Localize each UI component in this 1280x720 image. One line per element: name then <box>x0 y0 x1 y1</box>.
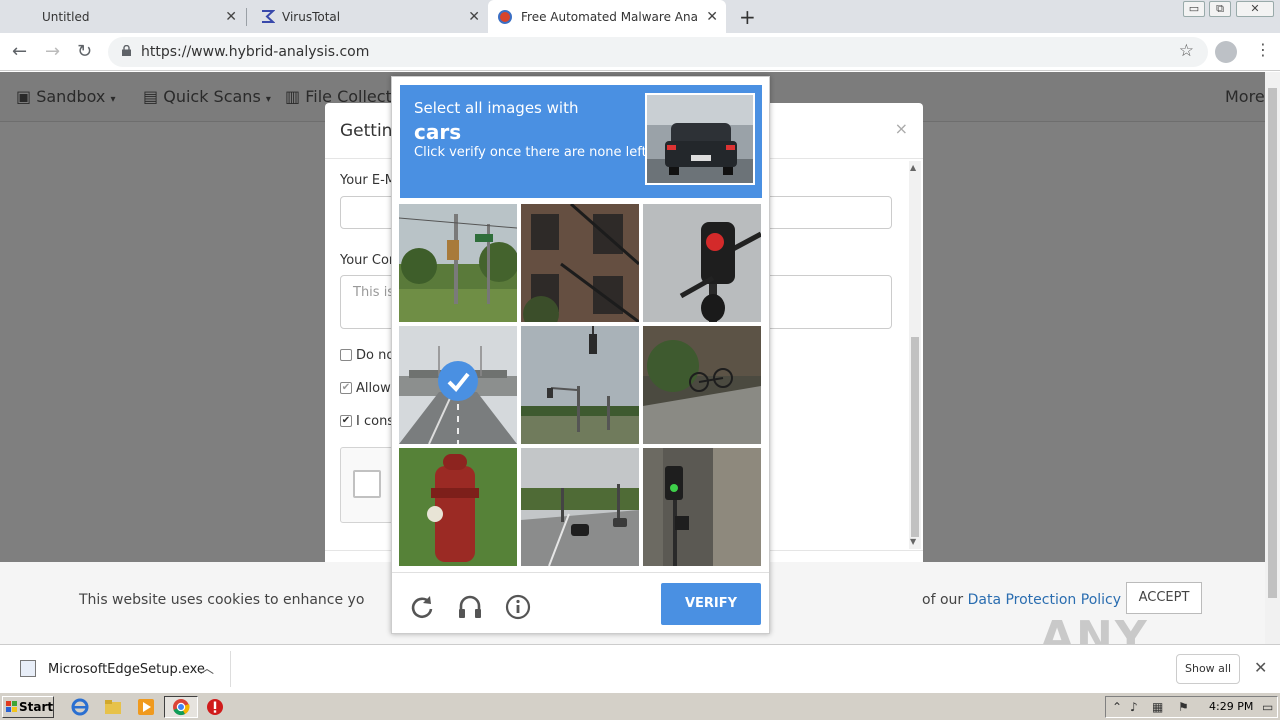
challenge-tile[interactable] <box>643 448 761 566</box>
forward-arrow-icon[interactable]: → <box>45 41 60 62</box>
recaptcha-challenge: Select all images with cars Click verify… <box>391 76 770 634</box>
volume-icon[interactable]: ♪ <box>1130 700 1138 714</box>
tab-strip: Untitled ✕ VirusTotal ✕ Free Automated M… <box>0 0 1280 33</box>
recaptcha-checkbox[interactable] <box>353 470 381 498</box>
new-tab-button[interactable]: + <box>739 5 756 29</box>
scrollbar-thumb[interactable] <box>911 337 919 537</box>
challenge-tile[interactable] <box>521 448 639 566</box>
modal-scrollbar[interactable]: ▲ ▼ <box>909 161 921 549</box>
network-icon[interactable]: ▦ <box>1152 700 1163 714</box>
installer-file-icon <box>20 660 36 677</box>
info-icon[interactable] <box>505 594 531 620</box>
challenge-instruction: Click verify once there are none left <box>414 145 647 160</box>
accept-cookies-button[interactable]: ACCEPT <box>1126 582 1202 614</box>
close-tab-icon[interactable]: ✕ <box>468 9 480 25</box>
divider <box>230 651 231 687</box>
taskbar-chrome-button[interactable] <box>164 696 198 718</box>
scroll-down-icon[interactable]: ▼ <box>910 537 916 546</box>
chevron-up-icon[interactable]: ︿ <box>200 658 214 678</box>
challenge-tile[interactable] <box>643 204 761 322</box>
challenge-tile-selected[interactable] <box>399 326 517 444</box>
start-button[interactable]: Start <box>2 696 54 718</box>
show-all-button[interactable]: Show all <box>1176 654 1240 684</box>
challenge-prompt: Select all images with <box>414 99 579 117</box>
challenge-tile[interactable] <box>399 448 517 566</box>
tab-untitled[interactable]: Untitled ✕ <box>0 0 245 33</box>
close-tab-icon[interactable]: ✕ <box>706 9 718 25</box>
show-desktop-icon[interactable]: ▭ <box>1262 700 1273 714</box>
tab-title: Untitled <box>42 9 90 24</box>
data-protection-policy-link[interactable]: Data Protection Policy <box>968 592 1121 608</box>
challenge-tile[interactable] <box>643 326 761 444</box>
checkbox-label: Allow <box>356 381 391 396</box>
verify-button[interactable]: VERIFY <box>661 583 761 625</box>
hybrid-analysis-favicon-icon <box>498 10 512 24</box>
internet-explorer-icon[interactable] <box>71 698 89 716</box>
tab-title: Free Automated Malware Analysis Se <box>521 9 697 24</box>
warning-app-icon[interactable] <box>206 698 224 716</box>
audio-icon[interactable] <box>457 594 483 620</box>
start-label: Start <box>19 700 54 714</box>
cookie-policy-text: of our Data Protection Policy <box>922 592 1121 608</box>
address-bar[interactable]: https://www.hybrid-analysis.com ☆ <box>108 37 1208 67</box>
taskbar: Start ⌃ ♪ ▦ ⚑ 4:29 PM ▭ <box>0 692 1280 720</box>
checkbox-label: Do no <box>356 348 395 363</box>
chevron-up-icon[interactable]: ⌃ <box>1112 700 1122 714</box>
close-shelf-icon[interactable]: ✕ <box>1254 658 1267 677</box>
cookie-text-tail: of our <box>922 592 968 608</box>
selected-check-icon <box>438 361 478 401</box>
scrollbar-thumb[interactable] <box>1268 88 1277 598</box>
challenge-tile[interactable] <box>521 204 639 322</box>
page-scrollbar[interactable] <box>1265 72 1280 644</box>
download-item[interactable]: MicrosoftEdgeSetup.exe <box>48 662 205 677</box>
challenge-tile[interactable] <box>521 326 639 444</box>
window-close-button[interactable]: ✕ <box>1236 1 1274 17</box>
reload-icon[interactable] <box>409 594 435 620</box>
tab-separator <box>246 8 247 26</box>
challenge-object: cars <box>414 120 462 144</box>
flag-icon[interactable]: ⚑ <box>1178 700 1189 714</box>
scroll-up-icon[interactable]: ▲ <box>910 163 916 172</box>
tab-hybrid-analysis[interactable]: Free Automated Malware Analysis Se ✕ <box>488 0 726 33</box>
challenge-grid <box>399 204 763 568</box>
clock: 4:29 PM <box>1209 700 1254 713</box>
sample-car-image <box>645 93 755 185</box>
folder-icon[interactable] <box>104 698 122 716</box>
windows-logo-icon <box>6 701 17 712</box>
checkbox-allow[interactable]: ✔ <box>340 382 352 394</box>
bookmark-star-icon[interactable]: ☆ <box>1179 41 1194 61</box>
back-arrow-icon[interactable]: ← <box>12 41 27 62</box>
comment-label: Your Con <box>340 253 398 268</box>
challenge-tile[interactable] <box>399 204 517 322</box>
comment-placeholder: This is <box>353 285 395 300</box>
checkbox-do-not[interactable] <box>340 349 352 361</box>
checkbox-consent[interactable]: ✔ <box>340 415 352 427</box>
checkbox-label: I cons <box>356 414 395 429</box>
chrome-icon <box>173 699 190 716</box>
minimize-button[interactable]: ▭ <box>1183 1 1205 17</box>
system-tray: ⌃ ♪ ▦ ⚑ 4:29 PM ▭ <box>1105 696 1278 718</box>
download-shelf: MicrosoftEdgeSetup.exe ︿ Show all ✕ <box>0 644 1280 692</box>
profile-avatar-icon[interactable] <box>1215 41 1237 63</box>
modal-close-icon[interactable]: × <box>895 119 908 138</box>
media-player-icon[interactable] <box>137 698 155 716</box>
email-label: Your E-M <box>340 173 397 188</box>
anyrun-watermark: ANY RUN <box>1040 612 1149 644</box>
tab-virustotal[interactable]: VirusTotal ✕ <box>248 0 488 33</box>
restore-button[interactable]: ⧉ <box>1209 1 1231 17</box>
url-text: https://www.hybrid-analysis.com <box>141 44 370 60</box>
challenge-header: Select all images with cars Click verify… <box>400 85 762 198</box>
divider <box>392 572 769 573</box>
tab-title: VirusTotal <box>282 9 341 24</box>
lock-icon <box>122 45 131 56</box>
browser-toolbar: ← → ↻ https://www.hybrid-analysis.com ☆ … <box>0 33 1280 71</box>
cookie-text: This website uses cookies to enhance yo <box>79 592 365 608</box>
browser-menu-icon[interactable]: ⋮ <box>1255 40 1271 59</box>
close-tab-icon[interactable]: ✕ <box>225 9 237 25</box>
reload-page-icon[interactable]: ↻ <box>77 41 92 62</box>
